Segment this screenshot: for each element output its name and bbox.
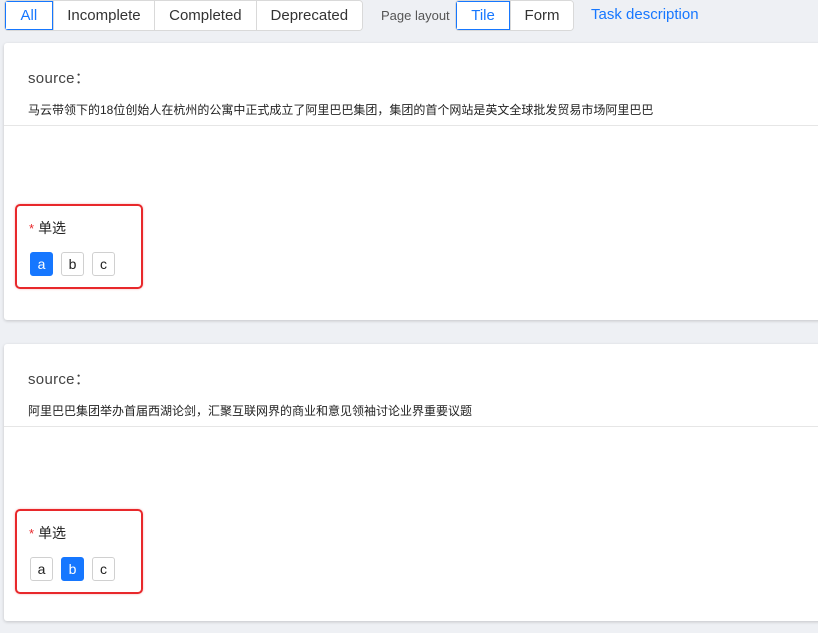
filter-all-button[interactable]: All: [5, 1, 53, 30]
required-mark: *: [29, 221, 35, 236]
toolbar: All Incomplete Completed Deprecated Page…: [0, 0, 818, 34]
choice-b-button[interactable]: b: [61, 557, 84, 581]
page-layout-label: Page layout: [381, 8, 450, 23]
filter-deprecated-button[interactable]: Deprecated: [255, 1, 362, 30]
choice-c-button[interactable]: c: [92, 252, 115, 276]
question-title-text: 单选: [38, 220, 67, 236]
choice-group: a b c: [30, 252, 115, 276]
status-filter-group: All Incomplete Completed Deprecated: [4, 0, 363, 31]
source-label: source：: [28, 371, 91, 388]
single-choice-question: * 单选 a b c: [15, 509, 143, 594]
choice-a-button[interactable]: a: [30, 557, 53, 581]
divider: [4, 125, 818, 126]
filter-incomplete-button[interactable]: Incomplete: [52, 1, 155, 30]
page-layout-group: Tile Form: [455, 0, 574, 31]
choice-b-button[interactable]: b: [61, 252, 84, 276]
task-card: source： 马云带领下的18位创始人在杭州的公寓中正式成立了阿里巴巴集团，集…: [4, 43, 818, 320]
filter-completed-button[interactable]: Completed: [154, 1, 256, 30]
task-description-link[interactable]: Task description: [591, 6, 699, 23]
question-title-text: 单选: [38, 525, 67, 541]
layout-tile-button[interactable]: Tile: [456, 1, 511, 30]
task-card: source： 阿里巴巴集团举办首届西湖论剑，汇聚互联网界的商业和意见领袖讨论业…: [4, 344, 818, 621]
source-text: 阿里巴巴集团举办首届西湖论剑，汇聚互联网界的商业和意见领袖讨论业界重要议题: [28, 404, 473, 418]
choice-a-button[interactable]: a: [30, 252, 53, 276]
layout-form-button[interactable]: Form: [510, 1, 573, 30]
source-text: 马云带领下的18位创始人在杭州的公寓中正式成立了阿里巴巴集团，集团的首个网站是英…: [28, 103, 654, 117]
choice-c-button[interactable]: c: [92, 557, 115, 581]
required-mark: *: [29, 526, 35, 541]
single-choice-question: * 单选 a b c: [15, 204, 143, 289]
question-title: * 单选: [29, 523, 66, 543]
question-title: * 单选: [29, 218, 66, 238]
divider: [4, 426, 818, 427]
source-label: source：: [28, 70, 91, 87]
choice-group: a b c: [30, 557, 115, 581]
